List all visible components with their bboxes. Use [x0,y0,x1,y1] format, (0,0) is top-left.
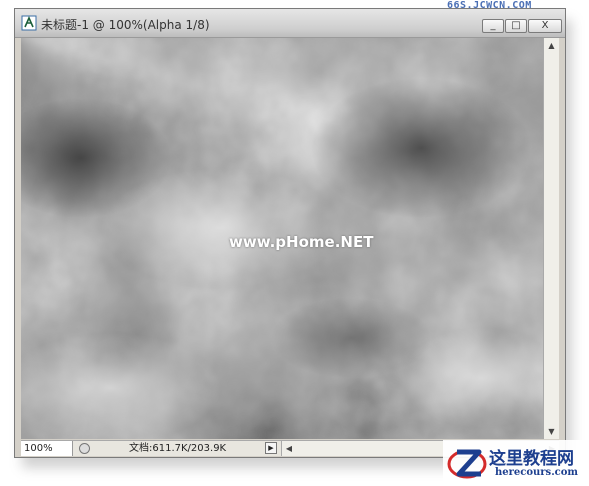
scroll-down-icon[interactable]: ▼ [544,424,559,439]
document-size-info: 文档:611.7K/203.9K [129,443,227,454]
title-bar[interactable]: 未标题-1 @ 100%(Alpha 1/8) _ □ X [15,9,565,38]
vertical-scrollbar[interactable]: ▲ ▼ [543,38,559,439]
window-title: 未标题-1 @ 100%(Alpha 1/8) [41,18,210,32]
scroll-up-icon[interactable]: ▲ [544,38,559,53]
center-watermark: www.pHome.NET [229,233,374,251]
site-logo-cn: 这里教程网 [489,449,574,469]
document-window: 未标题-1 @ 100%(Alpha 1/8) _ □ X www.pHome.… [14,8,566,458]
close-button[interactable]: X [528,19,562,33]
site-logo: 这里教程网 herecours.com [443,440,589,486]
site-logo-en: herecours.com [495,467,579,478]
zoom-input[interactable]: 100% [21,441,73,456]
top-watermark: 66S.JCWCN.COM [447,0,532,11]
status-info-icon[interactable] [79,443,90,454]
scroll-left-icon[interactable]: ◀ [282,441,296,456]
maximize-button[interactable]: □ [505,19,527,33]
site-logo-mark-icon [447,449,487,479]
image-canvas[interactable]: www.pHome.NET [21,38,543,439]
status-menu-arrow-icon[interactable]: ▶ [265,442,277,454]
photoshop-doc-icon [21,15,37,31]
minimize-button[interactable]: _ [482,19,504,33]
